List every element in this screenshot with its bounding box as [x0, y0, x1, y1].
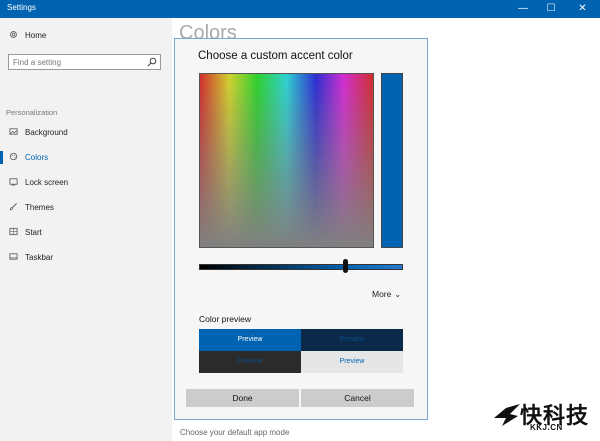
- app-mode-heading: Choose your default app mode: [180, 428, 290, 437]
- sidebar-item-label: Background: [25, 128, 68, 137]
- preview-light-accent: Preview: [199, 329, 301, 351]
- sidebar-item-background[interactable]: Background: [0, 124, 172, 142]
- sidebar-item-themes[interactable]: Themes: [0, 199, 172, 217]
- sidebar-item-label: Home: [25, 31, 47, 40]
- palette-icon: [9, 152, 18, 161]
- sidebar-item-taskbar[interactable]: Taskbar: [0, 249, 172, 267]
- dialog-title: Choose a custom accent color: [198, 50, 353, 62]
- more-button[interactable]: More ⌄: [372, 289, 401, 299]
- sidebar-item-start[interactable]: Start: [0, 224, 172, 242]
- section-header: Personalization: [6, 108, 58, 117]
- color-spectrum-picker[interactable]: [199, 73, 374, 248]
- sidebar-item-label: Colors: [25, 153, 49, 162]
- brightness-slider-thumb[interactable]: [343, 259, 349, 273]
- brush-icon: [9, 203, 17, 211]
- title-bar: Settings — ☐ ✕: [0, 0, 600, 18]
- search-icon[interactable]: [147, 57, 157, 67]
- watermark-domain: KKJ.CN: [530, 423, 563, 432]
- sidebar-item-lock-screen[interactable]: Lock screen: [0, 174, 172, 192]
- custom-accent-dialog: Choose a custom accent color More ⌄ Color…: [174, 38, 428, 420]
- spectrum-saturation-layer: [200, 74, 373, 247]
- search-input[interactable]: Find a setting: [8, 54, 161, 70]
- watermark: 快科技 KKJ.CN: [492, 396, 596, 438]
- image-icon: [9, 128, 18, 135]
- search-placeholder: Find a setting: [13, 58, 62, 67]
- taskbar-icon: [9, 253, 18, 260]
- cancel-button[interactable]: Cancel: [301, 389, 414, 407]
- preview-light-text: Preview: [301, 351, 403, 373]
- selected-color-swatch: [381, 73, 403, 248]
- sidebar-item-label: Themes: [25, 203, 54, 212]
- sidebar-item-home[interactable]: Home: [0, 27, 172, 45]
- lock-screen-icon: [9, 178, 18, 186]
- start-grid-icon: [9, 227, 18, 236]
- sidebar-item-label: Lock screen: [25, 178, 69, 187]
- preview-dark-text: Preview: [199, 351, 301, 373]
- window-title: Settings: [7, 3, 36, 12]
- sidebar-item-colors[interactable]: Colors: [0, 149, 172, 167]
- sidebar-item-label: Taskbar: [25, 253, 54, 262]
- more-label: More: [372, 289, 392, 299]
- gear-icon: [10, 31, 17, 38]
- sidebar: Home Find a setting Personalization Back…: [0, 18, 172, 441]
- chevron-down-icon: ⌄: [394, 290, 402, 299]
- done-button[interactable]: Done: [186, 389, 299, 407]
- brightness-slider[interactable]: [199, 264, 403, 270]
- close-button[interactable]: ✕: [565, 0, 600, 18]
- sidebar-item-label: Start: [25, 228, 42, 237]
- minimize-button[interactable]: —: [509, 0, 537, 18]
- preview-dark-accent: Preview: [301, 329, 403, 351]
- logo-icon: [494, 404, 520, 426]
- maximize-button[interactable]: ☐: [537, 0, 565, 18]
- selection-indicator: [0, 151, 3, 164]
- color-preview-label: Color preview: [199, 314, 251, 324]
